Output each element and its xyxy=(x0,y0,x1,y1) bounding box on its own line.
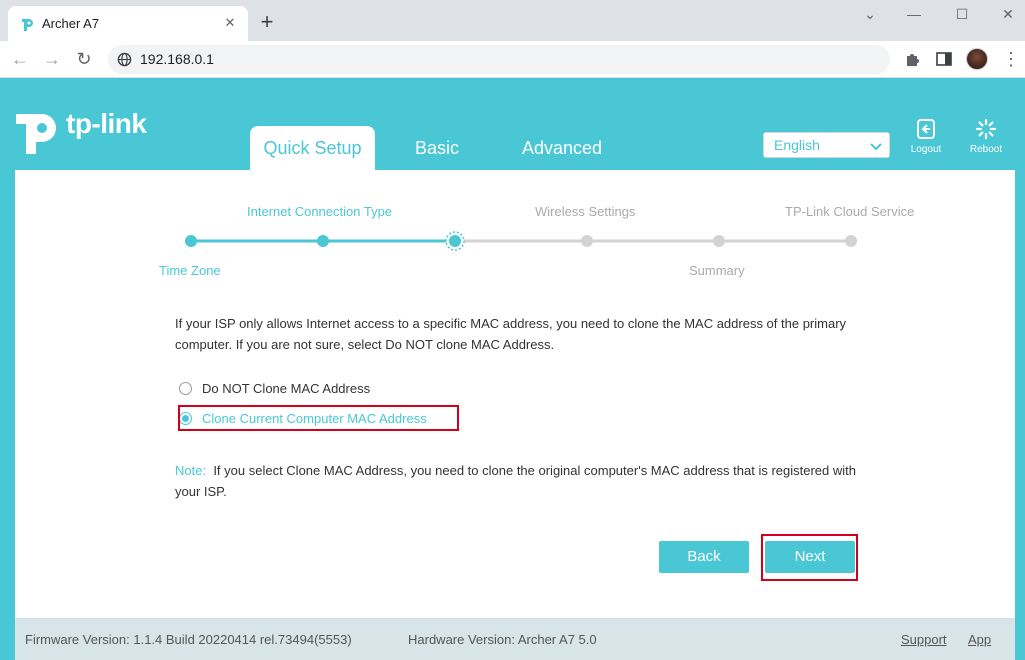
option-label-do-not-clone: Do NOT Clone MAC Address xyxy=(202,380,371,396)
new-tab-plus-icon[interactable]: + xyxy=(257,11,277,33)
support-link[interactable]: Support xyxy=(901,632,947,647)
browser-tab[interactable]: Archer A7 ✕ xyxy=(8,6,248,41)
router-page: tp-link Quick Setup Basic Advanced Engli… xyxy=(0,78,1025,660)
reboot-button[interactable]: Reboot xyxy=(960,118,1012,158)
step-label-wireless-settings: Wireless Settings xyxy=(535,204,636,219)
note-body: If you select Clone MAC Address, you nee… xyxy=(175,463,856,499)
reboot-label: Reboot xyxy=(969,144,1003,155)
radio-do-not-clone[interactable] xyxy=(179,381,192,395)
tab-basic[interactable]: Basic xyxy=(397,126,477,170)
logout-label: Logout xyxy=(910,144,942,155)
reboot-icon xyxy=(975,118,997,140)
window-close-icon[interactable]: ✕ xyxy=(996,4,1020,24)
tplink-logo-icon xyxy=(16,114,56,154)
globe-icon[interactable] xyxy=(117,52,132,67)
reload-icon[interactable]: ↻ xyxy=(73,48,95,70)
firmware-version: Firmware Version: 1.1.4 Build 20220414 r… xyxy=(25,632,352,647)
step-dot-current-inner xyxy=(449,235,461,247)
tplink-favicon-icon xyxy=(22,19,33,31)
language-select[interactable]: English xyxy=(763,132,890,158)
profile-avatar[interactable] xyxy=(966,48,988,70)
tab-close-icon[interactable]: ✕ xyxy=(221,14,239,32)
step-dot-cloud xyxy=(845,235,857,247)
minimize-icon[interactable]: — xyxy=(902,4,926,24)
brand-name: tp-link xyxy=(66,108,147,139)
tab-title: Archer A7 xyxy=(42,16,100,31)
extensions-puzzle-icon[interactable] xyxy=(904,50,922,68)
clone-option-highlight xyxy=(178,405,459,431)
step-label-time-zone: Time Zone xyxy=(159,263,221,278)
url-text: 192.168.0.1 xyxy=(140,51,214,67)
browser-toolbar: ← → ↻ 192.168.0.1 ⋮ xyxy=(0,41,1025,78)
tplink-logo: tp-link xyxy=(14,106,154,158)
browser-tabstrip: Archer A7 ✕ + ⌄ — ☐ ✕ xyxy=(0,0,1025,41)
step-label-internet-connection-type: Internet Connection Type xyxy=(247,204,393,219)
step-dot-internet-connection xyxy=(317,235,329,247)
address-bar[interactable]: 192.168.0.1 xyxy=(108,45,890,74)
step-label-tplink-cloud: TP-Link Cloud Service xyxy=(785,204,915,219)
back-button[interactable]: Back xyxy=(659,541,749,573)
back-arrow-icon[interactable]: ← xyxy=(9,48,31,70)
tab-advanced[interactable]: Advanced xyxy=(512,126,612,170)
step-dot-summary xyxy=(713,235,725,247)
option-do-not-clone[interactable]: Do NOT Clone MAC Address xyxy=(179,377,370,399)
logout-icon xyxy=(917,119,935,139)
step-dot-time-zone xyxy=(185,235,197,247)
tab-search-chevron-icon[interactable]: ⌄ xyxy=(858,4,882,24)
browser-menu-icon[interactable]: ⋮ xyxy=(1002,49,1020,69)
step-dot-wireless xyxy=(581,235,593,247)
maximize-icon[interactable]: ☐ xyxy=(950,4,974,24)
mac-clone-intro-text: If your ISP only allows Internet access … xyxy=(175,316,847,352)
language-value: English xyxy=(774,137,820,153)
forward-arrow-icon[interactable]: → xyxy=(41,48,63,70)
logout-button[interactable]: Logout xyxy=(900,118,952,158)
page-footer: Firmware Version: 1.1.4 Build 20220414 r… xyxy=(15,618,1015,660)
step-label-summary: Summary xyxy=(689,263,745,278)
chevron-down-icon xyxy=(870,143,882,151)
side-panel-icon[interactable] xyxy=(935,50,953,68)
app-link[interactable]: App xyxy=(968,632,991,647)
hardware-version: Hardware Version: Archer A7 5.0 xyxy=(408,632,597,647)
next-button-highlight xyxy=(761,534,858,581)
quick-setup-panel: Internet Connection Type Wireless Settin… xyxy=(15,170,1015,618)
note-text: Note: If you select Clone MAC Address, y… xyxy=(175,460,865,502)
note-label: Note: xyxy=(175,463,207,478)
tab-quick-setup[interactable]: Quick Setup xyxy=(250,126,375,170)
